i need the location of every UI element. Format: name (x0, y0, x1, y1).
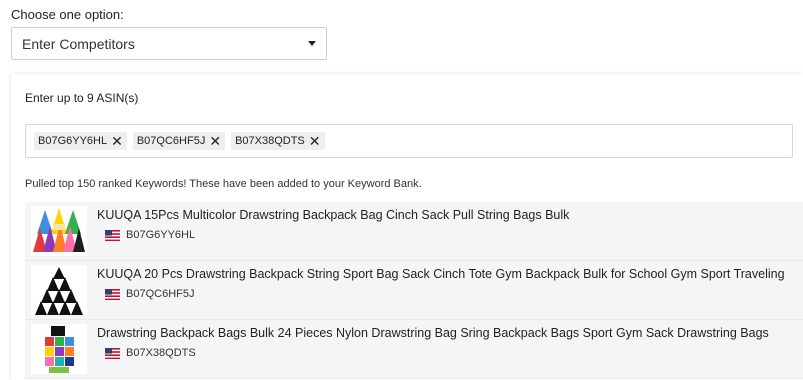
remove-chip-icon[interactable]: ✕ (111, 134, 123, 148)
result-title: KUUQA 20 Pcs Drawstring Backpack String … (97, 267, 785, 281)
asin-chip-label: B07QC6HF5J (136, 135, 206, 147)
product-thumbnail (31, 324, 87, 374)
result-title: KUUQA 15Pcs Multicolor Drawstring Backpa… (97, 208, 570, 222)
asin-tag-input[interactable]: B07G6YY6HL ✕ B07QC6HF5J ✕ B07X38QDTS ✕ (25, 124, 793, 158)
result-meta: B07QC6HF5J (105, 288, 194, 300)
asin-chip: B07G6YY6HL ✕ (34, 132, 127, 150)
status-message: Pulled top 150 ranked Keywords! These ha… (25, 178, 422, 190)
product-thumbnail (31, 265, 87, 315)
choose-option-label: Choose one option: (11, 7, 124, 22)
asin-chip-label: B07G6YY6HL (38, 135, 108, 147)
asin-chip: B07QC6HF5J ✕ (132, 132, 226, 150)
us-flag-icon (105, 347, 120, 359)
list-item[interactable]: KUUQA 20 Pcs Drawstring Backpack String … (25, 261, 803, 320)
remove-chip-icon[interactable]: ✕ (309, 134, 321, 148)
asin-chip-label: B07X38QDTS (235, 135, 305, 147)
list-item[interactable]: Drawstring Backpack Bags Bulk 24 Pieces … (25, 320, 803, 379)
asin-input-label: Enter up to 9 ASIN(s) (25, 91, 139, 105)
competitor-mode-select[interactable]: Enter Competitors (11, 27, 327, 60)
result-asin: B07X38QDTS (126, 347, 196, 359)
result-meta: B07X38QDTS (105, 347, 196, 359)
us-flag-icon (105, 229, 120, 241)
select-value: Enter Competitors (22, 35, 135, 52)
list-item[interactable]: KUUQA 15Pcs Multicolor Drawstring Backpa… (25, 202, 803, 261)
remove-chip-icon[interactable]: ✕ (209, 134, 221, 148)
results-list: KUUQA 15Pcs Multicolor Drawstring Backpa… (25, 202, 803, 379)
product-thumbnail (31, 206, 87, 256)
competitor-panel: Enter up to 9 ASIN(s) B07G6YY6HL ✕ B07QC… (11, 74, 803, 380)
result-meta: B07G6YY6HL (105, 229, 195, 241)
result-asin: B07QC6HF5J (126, 288, 195, 300)
result-title: Drawstring Backpack Bags Bulk 24 Pieces … (97, 326, 769, 340)
chevron-down-icon (308, 41, 316, 46)
us-flag-icon (105, 288, 120, 300)
asin-chip: B07X38QDTS ✕ (231, 132, 325, 150)
result-asin: B07G6YY6HL (126, 229, 196, 241)
